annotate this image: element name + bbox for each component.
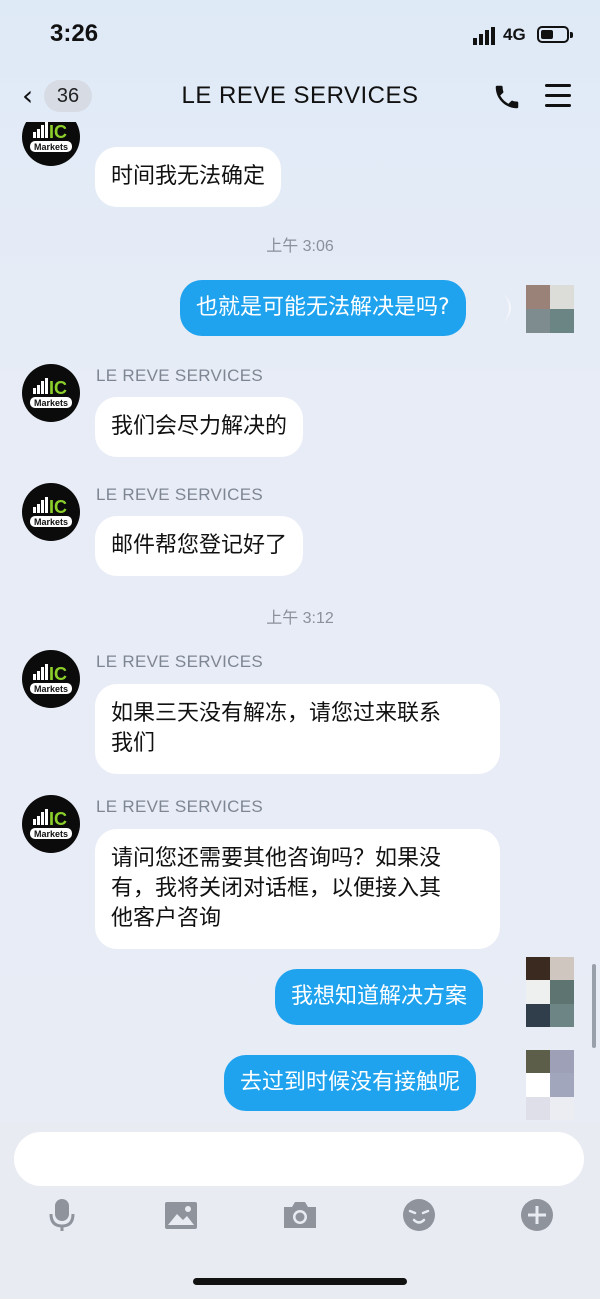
svg-text:Markets: Markets	[34, 142, 68, 152]
scrollbar[interactable]	[592, 964, 596, 1048]
message-text-line: 有，我将关闭对话框，以便接入其	[111, 876, 442, 901]
ic-markets-logo-icon: IC Markets	[30, 497, 72, 527]
voice-button[interactable]	[43, 1196, 81, 1234]
sender-name: LE REVE SERVICES	[96, 652, 263, 671]
timestamp: 上午 3:06	[266, 238, 334, 255]
emoji-button[interactable]	[400, 1196, 438, 1234]
agent-avatar[interactable]: IC Markets	[22, 122, 80, 166]
sender-name: LE REVE SERVICES	[96, 485, 263, 504]
outgoing-message[interactable]: 也就是可能无法解决是吗?	[180, 280, 466, 336]
svg-text:Markets: Markets	[34, 829, 68, 839]
bubble-tail	[504, 294, 511, 322]
message-text: 邮件帮您登记好了	[111, 533, 288, 558]
ic-markets-logo-icon: IC Markets	[30, 378, 72, 408]
plus-icon	[521, 1199, 553, 1231]
timestamp: 上午 3:12	[266, 610, 334, 627]
user-avatar[interactable]	[526, 285, 574, 333]
menu-icon-bar	[545, 84, 571, 87]
agent-avatar[interactable]: IC Markets	[22, 650, 80, 708]
image-icon	[165, 1202, 197, 1229]
message-text: 时间我无法确定	[111, 164, 266, 189]
sender-name: LE REVE SERVICES	[96, 797, 263, 816]
svg-text:IC: IC	[49, 378, 67, 398]
input-area	[0, 1122, 600, 1299]
network-type: 4G	[503, 25, 526, 44]
message-text-line: 如果三天没有解冻，请您过来联系	[111, 701, 442, 726]
camera-button[interactable]	[281, 1196, 319, 1234]
message-text: 我想知道解决方案	[291, 984, 468, 1009]
emoji-icon	[403, 1199, 435, 1231]
user-avatar[interactable]	[526, 1050, 574, 1120]
agent-avatar[interactable]: IC Markets	[22, 483, 80, 541]
ic-markets-logo-icon: IC Markets	[30, 809, 72, 839]
message-text: 我们会尽力解决的	[111, 414, 288, 439]
incoming-message[interactable]: 邮件帮您登记好了	[95, 516, 304, 576]
outgoing-message[interactable]: 去过到时候没有接触呢	[224, 1055, 477, 1111]
svg-text:Markets: Markets	[34, 684, 68, 694]
nav-bar: ‹ 36 LE REVE SERVICES	[0, 70, 600, 122]
microphone-icon	[49, 1199, 75, 1231]
incoming-message[interactable]: 请问您还需要其他咨询吗？如果没 有，我将关闭对话框，以便接入其 他客户咨询	[95, 829, 500, 949]
message-text: 也就是可能无法解决是吗?	[196, 295, 450, 320]
agent-avatar[interactable]: IC Markets	[22, 795, 80, 853]
message-text-line: 请问您还需要其他咨询吗？如果没	[111, 846, 442, 871]
message-input[interactable]	[14, 1132, 584, 1186]
message-text-line: 我们	[111, 731, 156, 756]
svg-text:Markets: Markets	[34, 398, 68, 408]
status-time: 3:26	[50, 20, 99, 47]
more-button[interactable]	[518, 1196, 556, 1234]
svg-text:IC: IC	[49, 664, 67, 684]
battery-icon	[537, 26, 573, 43]
message-text: 去过到时候没有接触呢	[240, 1070, 461, 1095]
svg-text:IC: IC	[49, 122, 67, 142]
svg-text:Markets: Markets	[34, 517, 68, 527]
message-text-line: 他客户咨询	[111, 906, 222, 931]
incoming-message[interactable]: 如果三天没有解冻，请您过来联系 我们	[95, 684, 500, 774]
camera-icon	[284, 1202, 316, 1228]
incoming-message[interactable]: 我们会尽力解决的	[95, 397, 304, 457]
status-bar: 3:26 4G	[0, 0, 600, 70]
menu-icon-bar	[545, 104, 571, 107]
sender-name: LE REVE SERVICES	[96, 366, 263, 385]
image-button[interactable]	[162, 1196, 200, 1234]
signal-icon	[473, 27, 495, 45]
menu-button[interactable]	[543, 82, 573, 110]
user-avatar[interactable]	[526, 957, 574, 1027]
home-indicator[interactable]	[193, 1278, 407, 1285]
phone-icon	[495, 85, 519, 109]
svg-text:IC: IC	[49, 809, 67, 829]
outgoing-message[interactable]: 我想知道解决方案	[275, 969, 484, 1025]
menu-icon-bar	[545, 94, 571, 97]
svg-text:IC: IC	[49, 497, 67, 517]
call-button[interactable]	[492, 82, 522, 112]
chat-area[interactable]: IC Markets 时间我无法确定 上午 3:06 也就是可能无法解决是吗? …	[0, 122, 600, 1122]
ic-markets-logo-icon: IC Markets	[30, 664, 72, 694]
ic-markets-logo-icon: IC Markets	[30, 122, 72, 152]
agent-avatar[interactable]: IC Markets	[22, 364, 80, 422]
incoming-message[interactable]: 时间我无法确定	[95, 147, 282, 207]
